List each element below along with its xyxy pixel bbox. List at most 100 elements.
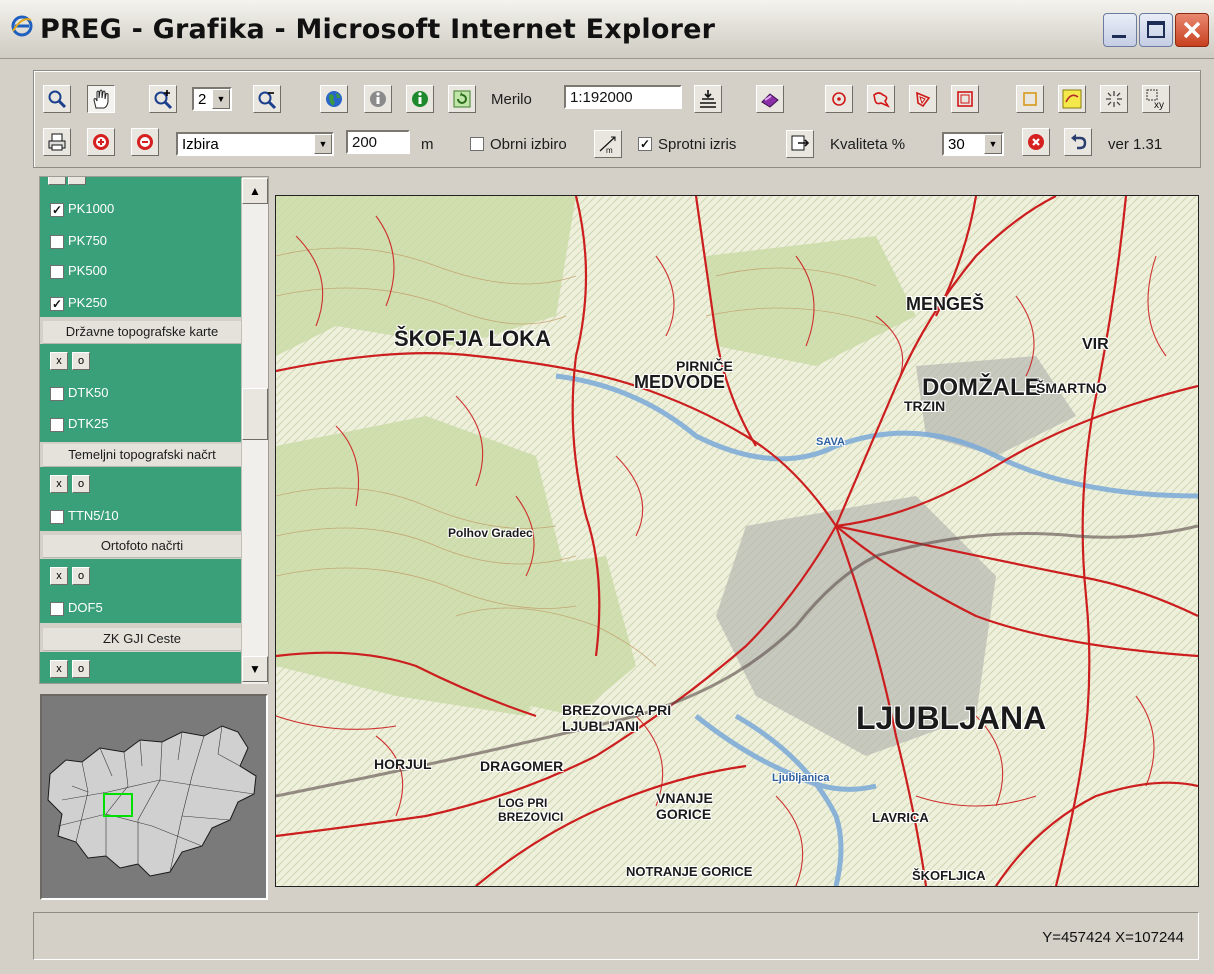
scale-apply-icon <box>700 90 716 108</box>
ttn-checkbox[interactable] <box>50 509 64 524</box>
overview-map[interactable] <box>40 694 268 900</box>
measure-distance-button[interactable]: m <box>594 130 622 158</box>
kvaliteta-label: Kvaliteta % <box>830 136 906 153</box>
zoom-in-button[interactable] <box>149 85 177 113</box>
quality-select[interactable]: 30 ▼ <box>942 132 1004 156</box>
polygon-select-button[interactable] <box>909 85 937 113</box>
undo-icon <box>1071 134 1087 150</box>
obrni-izbiro-label: Obrni izbiro <box>490 136 567 153</box>
group-header-ortofoto[interactable]: Ortofoto načrti <box>43 535 241 558</box>
sprotni-izris-checkbox[interactable]: ✓ <box>638 137 652 151</box>
apply-scale-button[interactable] <box>694 85 722 113</box>
group-header-zk-gji[interactable]: ZK GJI Ceste <box>43 628 241 651</box>
selection-type-select[interactable]: Izbira ▼ <box>176 132 334 156</box>
pan-tool-button[interactable] <box>87 85 115 113</box>
group-header-dtk[interactable]: Državne topografske karte <box>43 321 241 344</box>
dtk-select-button[interactable]: o <box>72 352 90 370</box>
remove-selection-button[interactable] <box>131 128 159 156</box>
close-window-button[interactable] <box>1175 13 1209 47</box>
printer-icon <box>48 133 66 151</box>
svg-text:xy: xy <box>1154 100 1164 110</box>
refresh-button[interactable] <box>448 85 476 113</box>
export-button[interactable] <box>786 130 814 158</box>
zoom-out-button[interactable] <box>253 85 281 113</box>
map-label-sava: SAVA <box>816 436 845 448</box>
layer-item-ttn[interactable]: TTN5/10 <box>50 508 119 524</box>
map-label-notranje-gorice: NOTRANJE GORICE <box>626 864 753 879</box>
stop-button[interactable] <box>1022 128 1050 156</box>
undo-button[interactable] <box>1064 128 1092 156</box>
zk-select-button[interactable]: o <box>72 660 90 678</box>
pk1000-checkbox[interactable]: ✓ <box>50 202 64 217</box>
add-selection-button[interactable] <box>87 128 115 156</box>
dtk25-checkbox[interactable] <box>50 417 64 432</box>
distance-input[interactable]: 200 <box>346 130 410 154</box>
dtk50-checkbox[interactable] <box>50 386 64 401</box>
layer-item-pk500[interactable]: PK500 <box>50 263 107 279</box>
map-label-lavrica: LAVRICA <box>872 810 929 825</box>
layers-scrollbar[interactable]: ▲ ▼ <box>241 178 268 684</box>
pk750-checkbox[interactable] <box>50 234 64 249</box>
layer-item-dtk25[interactable]: DTK25 <box>50 416 108 432</box>
minimize-icon <box>1112 35 1126 38</box>
dof-clear-button[interactable]: x <box>50 567 68 585</box>
dtk-clear-button[interactable]: x <box>50 352 68 370</box>
map-label-trzin: TRZIN <box>904 398 946 414</box>
zoom-tool-button[interactable] <box>43 85 71 113</box>
internet-explorer-icon <box>11 15 33 37</box>
map-label-polhov-gradec: Polhov Gradec <box>448 526 533 540</box>
group-header-ttn[interactable]: Temeljni topografski načrt <box>43 444 241 467</box>
ttn-select-button[interactable]: o <box>72 475 90 493</box>
layer-item-pk1000[interactable]: ✓ PK1000 <box>50 201 114 217</box>
maximize-button[interactable] <box>1139 13 1173 47</box>
rectangle-icon <box>957 91 973 107</box>
map-label-skofja-loka: ŠKOFJA LOKA <box>394 326 551 351</box>
map-label-smartno: ŠMARTNO <box>1036 380 1107 396</box>
eraser-button[interactable] <box>756 85 784 113</box>
layer-item-dtk50[interactable]: DTK50 <box>50 385 108 401</box>
layer-item-pk250[interactable]: ✓ PK250 <box>50 295 107 311</box>
layer-item-pk750[interactable]: PK750 <box>50 233 107 249</box>
coordinates-button[interactable]: xy <box>1142 85 1170 113</box>
map-label-menges: MENGEŠ <box>906 294 985 314</box>
pk500-checkbox[interactable] <box>50 264 64 279</box>
layer-label: TTN5/10 <box>68 508 119 523</box>
scroll-thumb[interactable] <box>242 388 268 440</box>
zoom-in-icon <box>154 90 173 110</box>
scale-input[interactable]: 1:192000 <box>564 85 682 109</box>
topographic-map <box>276 196 1198 886</box>
ttn-layer-group: x o TTN5/10 <box>40 467 242 531</box>
highlight-button[interactable] <box>1058 85 1086 113</box>
rectangle-select-button[interactable] <box>951 85 979 113</box>
clear-all-button[interactable] <box>48 177 66 185</box>
obrni-izbiro-checkbox[interactable] <box>470 137 484 151</box>
clear-selection-button[interactable] <box>1016 85 1044 113</box>
dof5-checkbox[interactable] <box>50 601 64 616</box>
selection-type-value: Izbira <box>182 136 219 153</box>
zk-clear-button[interactable]: x <box>50 660 68 678</box>
print-button[interactable] <box>43 128 71 156</box>
info-green-button[interactable] <box>406 85 434 113</box>
svg-text:m: m <box>606 146 613 155</box>
freehand-select-button[interactable] <box>867 85 895 113</box>
layer-label: PK250 <box>68 295 108 310</box>
browser-window: PREG - Grafika - Microsoft Internet Expl… <box>0 0 1214 974</box>
scroll-down-button[interactable]: ▼ <box>242 656 268 682</box>
ttn-clear-button[interactable]: x <box>50 475 68 493</box>
map-label-ljubljana: LJUBLJANA <box>856 700 1047 736</box>
zoom-level-select[interactable]: 2 ▼ <box>192 87 232 111</box>
dof-select-button[interactable]: o <box>72 567 90 585</box>
select-one-button[interactable] <box>68 177 86 185</box>
layer-item-dof5[interactable]: DOF5 <box>50 600 103 616</box>
sparkle-button[interactable] <box>1100 85 1128 113</box>
full-extent-button[interactable] <box>320 85 348 113</box>
info-gray-button[interactable] <box>364 85 392 113</box>
minimize-button[interactable] <box>1103 13 1137 47</box>
scroll-up-button[interactable]: ▲ <box>242 178 268 204</box>
point-select-button[interactable] <box>825 85 853 113</box>
quality-value: 30 <box>948 136 965 153</box>
pk250-checkbox[interactable]: ✓ <box>50 296 64 311</box>
map-canvas[interactable]: ŠKOFJA LOKA MEDVODE PIRNIČE MENGEŠ DOMŽA… <box>275 195 1199 887</box>
export-icon <box>791 135 810 151</box>
layer-label: PK500 <box>68 263 108 278</box>
